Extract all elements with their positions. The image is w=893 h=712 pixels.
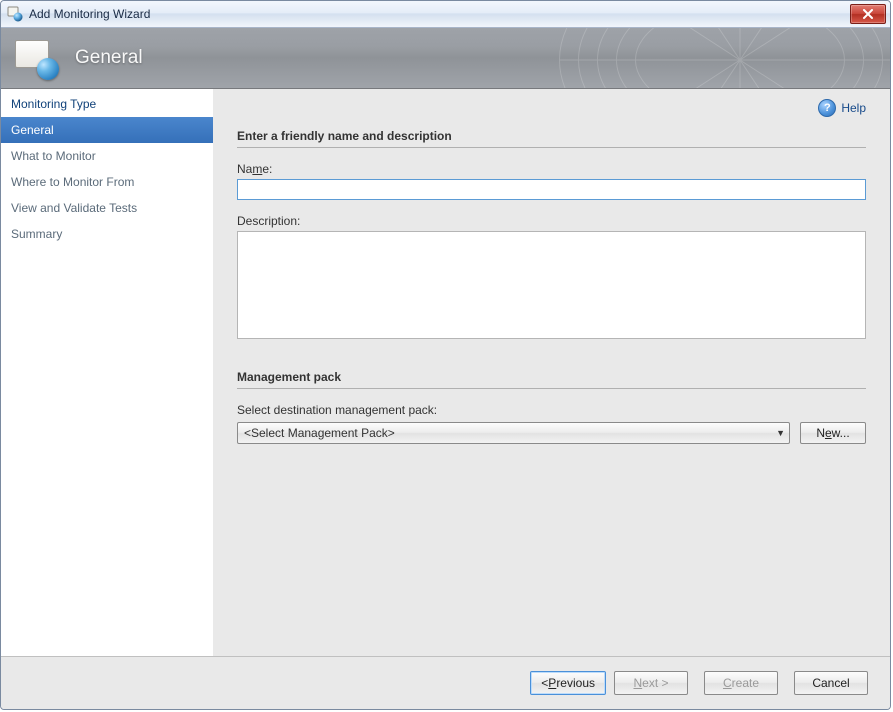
wizard-window: Add Monitoring Wizard bbox=[0, 0, 891, 710]
management-pack-select[interactable]: <Select Management Pack> ▼ bbox=[237, 422, 790, 444]
banner-icon bbox=[15, 36, 59, 80]
sidebar-item-general[interactable]: General bbox=[1, 117, 213, 143]
next-button[interactable]: Next > bbox=[614, 671, 688, 695]
help-label: Help bbox=[841, 101, 866, 115]
sidebar-item-view-and-validate-tests[interactable]: View and Validate Tests bbox=[1, 195, 213, 221]
window-title: Add Monitoring Wizard bbox=[29, 7, 850, 21]
management-pack-select-value: <Select Management Pack> bbox=[244, 426, 395, 440]
main-panel: ? Help Enter a friendly name and descrip… bbox=[213, 89, 890, 656]
select-mp-label: Select destination management pack: bbox=[237, 403, 866, 417]
section-friendly-name: Enter a friendly name and description bbox=[237, 129, 866, 148]
close-icon bbox=[862, 9, 874, 19]
titlebar: Add Monitoring Wizard bbox=[1, 1, 890, 28]
help-link[interactable]: ? Help bbox=[818, 99, 866, 117]
description-input[interactable] bbox=[237, 231, 866, 339]
cancel-button[interactable]: Cancel bbox=[794, 671, 868, 695]
sidebar-item-where-to-monitor-from[interactable]: Where to Monitor From bbox=[1, 169, 213, 195]
sidebar-item-monitoring-type[interactable]: Monitoring Type bbox=[1, 91, 213, 117]
close-button[interactable] bbox=[850, 4, 886, 24]
wizard-footer: < Previous Next > Create Cancel bbox=[1, 656, 890, 709]
content: Monitoring Type General What to Monitor … bbox=[1, 89, 890, 656]
app-icon bbox=[7, 6, 23, 22]
create-button[interactable]: Create bbox=[704, 671, 778, 695]
name-label: Name: bbox=[237, 162, 866, 176]
wizard-steps-sidebar: Monitoring Type General What to Monitor … bbox=[1, 89, 213, 656]
chevron-down-icon: ▼ bbox=[776, 428, 785, 438]
banner-decoration bbox=[550, 28, 890, 89]
new-management-pack-button[interactable]: New... bbox=[800, 422, 866, 444]
sidebar-item-what-to-monitor[interactable]: What to Monitor bbox=[1, 143, 213, 169]
page-title: General bbox=[75, 47, 143, 69]
section-management-pack: Management pack bbox=[237, 370, 866, 389]
name-input[interactable] bbox=[237, 179, 866, 200]
banner: General bbox=[1, 28, 890, 89]
sidebar-item-summary[interactable]: Summary bbox=[1, 221, 213, 247]
previous-button[interactable]: < Previous bbox=[530, 671, 606, 695]
description-label: Description: bbox=[237, 214, 866, 228]
help-icon: ? bbox=[818, 99, 836, 117]
